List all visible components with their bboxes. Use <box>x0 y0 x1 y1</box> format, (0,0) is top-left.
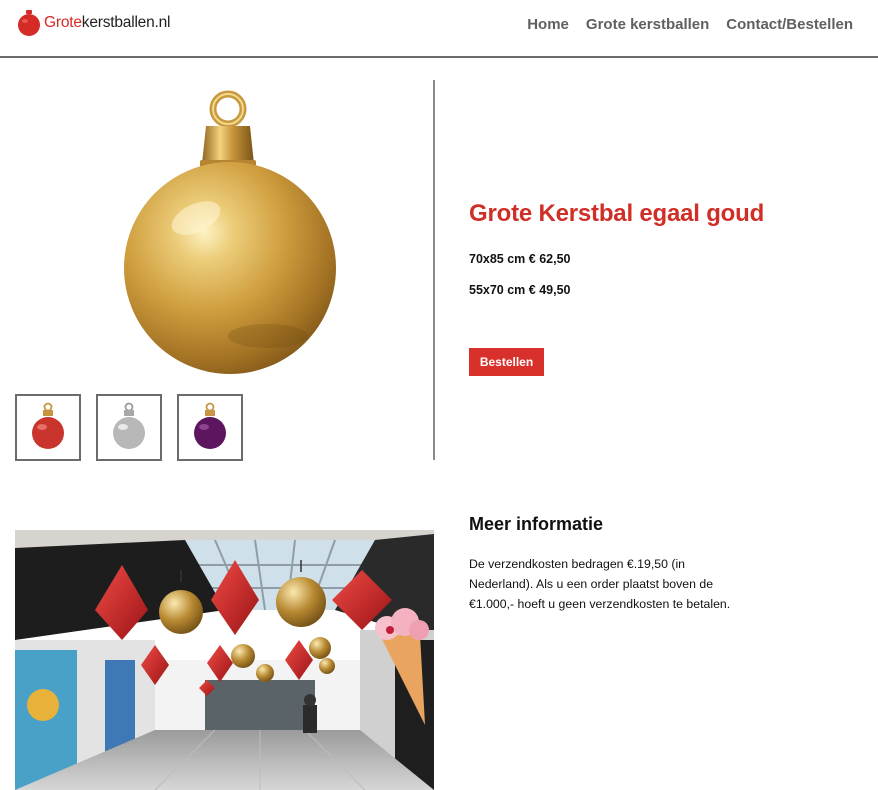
price-large: 70x85 cm € 62,50 <box>469 252 571 266</box>
main-nav: Home Grote kerstballen Contact/Bestellen <box>527 16 853 33</box>
vertical-divider <box>433 80 435 460</box>
silver-ornament-icon <box>113 402 145 449</box>
site-logo[interactable]: Grotekerstballen.nl <box>16 9 170 37</box>
logo-text: Grotekerstballen.nl <box>44 14 171 31</box>
order-button[interactable]: Bestellen <box>469 348 544 376</box>
thumbnail-strip <box>15 394 243 461</box>
thumbnail-silver-ball[interactable] <box>96 394 162 461</box>
site-header: Grotekerstballen.nl Home Grote kerstball… <box>0 0 878 58</box>
product-main-image <box>118 86 342 376</box>
info-heading: Meer informatie <box>469 514 604 534</box>
thumbnail-red-ball[interactable] <box>15 394 81 461</box>
mall-decoration-photo <box>15 530 434 790</box>
info-line: Nederland). Als u een order plaatst bove… <box>469 576 714 591</box>
info-line: €1.000,- hoeft u geen verzendkosten te b… <box>469 596 731 611</box>
red-ornament-icon <box>32 402 64 449</box>
thumbnail-purple-ball[interactable] <box>177 394 243 461</box>
nav-grote-kerstballen[interactable]: Grote kerstballen <box>586 16 709 33</box>
shipping-info-text: De verzendkosten bedragen €.19,50 (in Ne… <box>469 555 769 614</box>
christmas-ball-icon <box>18 10 40 36</box>
price-small: 55x70 cm € 49,50 <box>469 283 571 297</box>
nav-home[interactable]: Home <box>527 16 569 33</box>
info-line: De verzendkosten bedragen €.19,50 (in <box>469 557 686 571</box>
nav-contact-bestellen[interactable]: Contact/Bestellen <box>726 16 853 33</box>
purple-ornament-icon <box>194 402 226 449</box>
product-title: Grote Kerstbal egaal goud <box>469 200 765 227</box>
